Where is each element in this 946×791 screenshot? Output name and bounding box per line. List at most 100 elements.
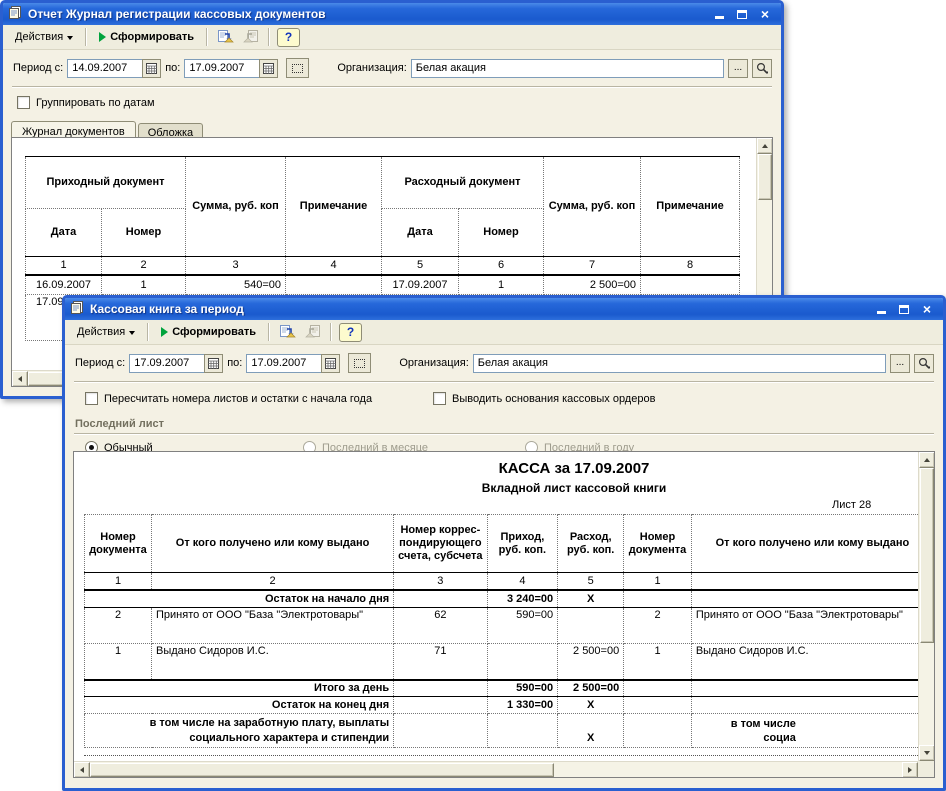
period-from-input[interactable] [67,58,144,78]
including-salary-row: в том числе на заработную плату, выплаты… [83,713,934,748]
minimize-button[interactable] [873,302,889,316]
filter-row: Период с: по: Организация: ... [65,345,943,381]
table-cell: 540=00 [185,274,286,295]
including-right-line1: в том числе [730,717,796,730]
table-cell [623,679,692,697]
scrollbar-thumb[interactable] [90,762,555,777]
closing-balance-row: Остаток на конец дня 1 330=00 X [83,696,934,714]
table-cell [640,274,740,295]
report-window-icon [70,300,85,319]
table-cell: X [557,696,625,714]
scroll-left-button[interactable] [12,370,28,386]
table-cell: 7 [543,256,641,276]
organization-input[interactable] [472,353,886,373]
group-by-dates-checkbox[interactable] [17,96,30,109]
table-cell: 17.09.2007 [381,274,459,295]
close-button[interactable]: × [919,302,935,316]
table-cell [393,713,488,748]
table-cell: 6 [458,256,544,276]
period-picker-button[interactable] [286,58,310,78]
actions-menu-button[interactable]: Действия [8,28,80,46]
table-cell: Сумма, руб. коп [543,156,641,257]
table-cell: Примечание [285,156,382,257]
including-line1: в том числе на заработную плату, выплаты [149,716,390,729]
show-basis-checkbox[interactable] [433,392,446,405]
period-to-input[interactable] [184,58,261,78]
scrollbar-thumb[interactable] [757,154,772,200]
opening-balance-row: Остаток на начало дня 3 240=00 X [83,589,934,608]
minimize-button[interactable] [711,7,727,21]
restore-settings-icon [304,325,320,338]
table-cell: Расходный документ [381,156,544,209]
generate-button[interactable]: Сформировать [154,323,263,341]
table-cell: Сумма, руб. коп [185,156,286,257]
show-basis-label: Выводить основания кассовых ордеров [452,392,656,405]
window-title: Отчет Журнал регистрации кассовых докуме… [28,7,326,21]
toolbar: Действия Сформировать ? [3,25,781,50]
actions-label: Действия [77,326,126,338]
help-button[interactable]: ? [339,322,362,342]
recalc-sheets-checkbox[interactable] [85,392,98,405]
calendar-icon [263,62,275,74]
table-cell [393,679,488,697]
table-cell: 3 [185,256,286,276]
table-cell: 16.09.2007 [25,274,102,295]
table-cell: Номер [458,208,544,257]
play-icon [99,32,107,42]
vertical-scrollbar[interactable] [918,452,934,761]
period-from-input[interactable] [129,353,206,373]
table-cell [623,589,692,608]
scroll-down-button[interactable] [919,745,934,761]
table-cell [557,607,625,644]
generate-button[interactable]: Сформировать [92,28,201,46]
table-cell: От кого получено или кому выдано [690,514,934,573]
scroll-up-button[interactable] [918,452,934,468]
window-controls: × [711,7,776,21]
close-button[interactable]: × [757,7,773,21]
scroll-up-button[interactable] [756,138,772,154]
organization-open-button[interactable] [914,353,934,373]
toolbar-separator [147,323,150,341]
scroll-right-button[interactable] [902,761,918,777]
period-from-label: Период с: [75,357,126,369]
maximize-button[interactable] [734,7,750,21]
save-settings-button[interactable] [275,322,299,343]
scroll-left-button[interactable] [74,761,90,777]
calendar-button[interactable] [321,353,341,373]
titlebar[interactable]: Кассовая книга за период × [65,298,943,320]
period-from-label: Период с: [13,62,64,74]
calendar-button[interactable] [142,58,162,78]
help-button[interactable]: ? [277,27,300,47]
restore-settings-button[interactable] [301,322,325,343]
organization-choose-button[interactable]: ... [890,353,910,373]
table-cell: Номер документа [83,514,153,573]
period-picker-button[interactable] [348,353,372,373]
table-cell [486,643,559,681]
horizontal-scrollbar[interactable] [74,761,918,777]
table-cell: 1 330=00 [486,696,559,714]
cash-book-report-area: КАССА за 17.09.2007 Вкладной лист кассов… [73,451,935,778]
actions-menu-button[interactable]: Действия [70,323,142,341]
organization-label: Организация: [399,357,469,369]
table-cell: 5 [557,572,625,591]
restore-settings-button[interactable] [239,27,263,48]
titlebar[interactable]: Отчет Журнал регистрации кассовых докуме… [3,3,781,25]
window-title: Кассовая книга за период [90,302,244,316]
organization-input[interactable] [410,58,724,78]
document-row: 1 Выдано Сидоров И.С. 71 2 500=00 1 Выда… [83,643,934,681]
maximize-button[interactable] [896,302,912,316]
save-settings-button[interactable] [213,27,237,48]
table-cell: От кого получено или кому выдано [151,514,395,573]
actions-label: Действия [15,31,64,43]
period-picker-icon [354,358,366,368]
scrollbar-thumb[interactable] [919,468,934,643]
organization-open-button[interactable] [752,58,772,78]
organization-choose-button[interactable]: ... [728,58,748,78]
period-to-input[interactable] [246,353,323,373]
dropdown-arrow-icon [129,330,136,338]
table-cell [690,589,934,608]
table-cell: X [557,589,625,608]
calendar-button[interactable] [204,353,224,373]
calendar-button[interactable] [259,58,279,78]
table-cell: 590=00 [486,607,559,644]
